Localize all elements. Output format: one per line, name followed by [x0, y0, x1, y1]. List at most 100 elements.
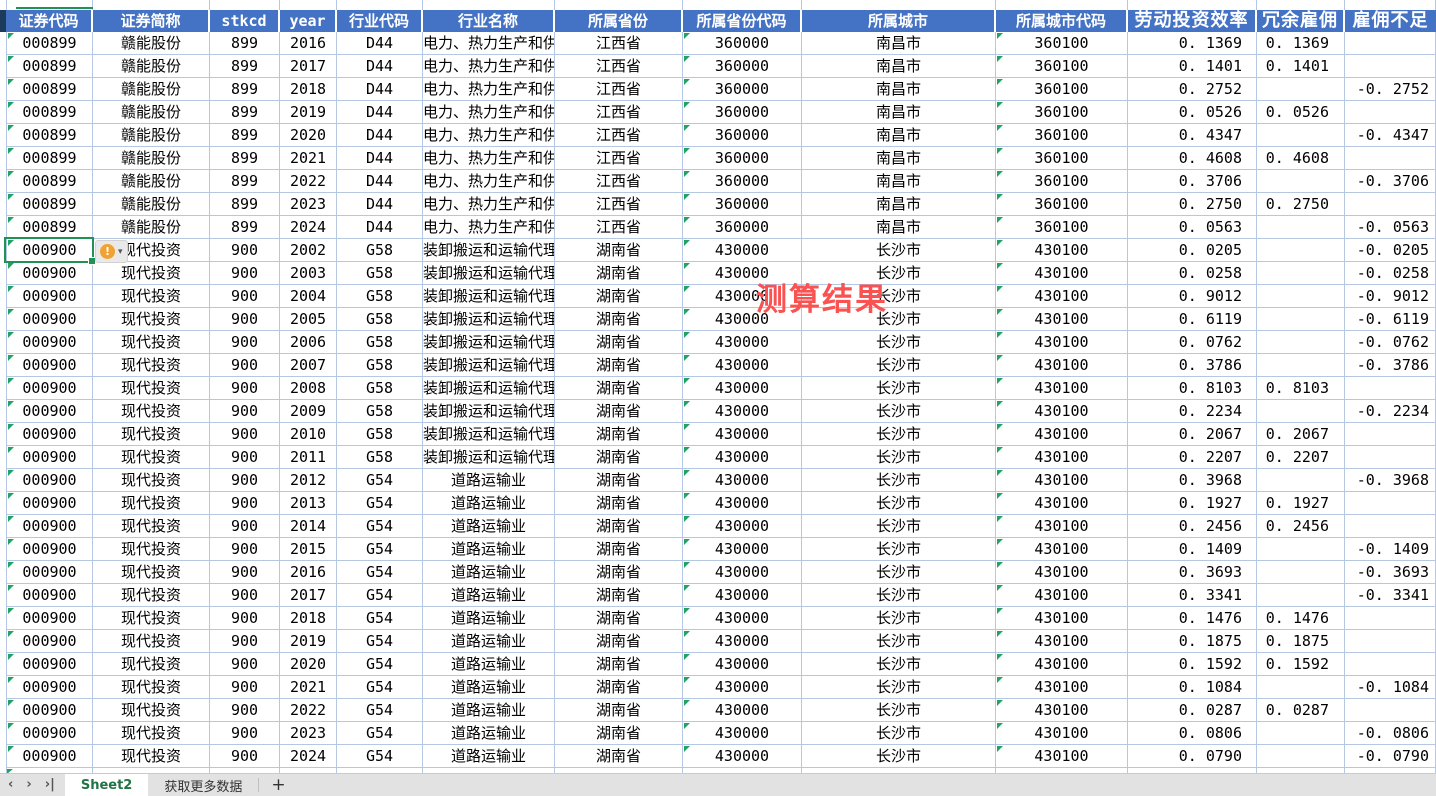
cell-industry_code[interactable]: G54	[337, 630, 423, 653]
cell-province_code[interactable]: 360000	[683, 55, 802, 78]
cell-province_code[interactable]: 360000	[683, 32, 802, 55]
cell-surplus[interactable]	[1257, 745, 1345, 768]
cell-province[interactable]: 江西省	[555, 124, 683, 147]
cell-labor_eff[interactable]: 0. 1369	[1128, 32, 1257, 55]
cell-labor_eff[interactable]: 0. 4347	[1128, 124, 1257, 147]
cell-surplus[interactable]: 0. 2207	[1257, 446, 1345, 469]
cell-code[interactable]: 000900	[6, 308, 93, 331]
cell-labor_eff[interactable]: 0. 2752	[1128, 78, 1257, 101]
cell-stkcd[interactable]: 900	[210, 377, 280, 400]
cell-industry_code[interactable]: D44	[337, 147, 423, 170]
cell-code[interactable]: 000900	[6, 423, 93, 446]
cell-province[interactable]: 江西省	[555, 78, 683, 101]
cell-code[interactable]: 000900	[6, 584, 93, 607]
cell-surplus[interactable]: 0. 0287	[1257, 699, 1345, 722]
tab-get-more-data[interactable]: 获取更多数据	[148, 774, 258, 796]
cell-city[interactable]: 长沙市	[802, 400, 996, 423]
cell-industry_name[interactable]: 道路运输业	[423, 653, 555, 676]
cell-province[interactable]: 湖南省	[555, 630, 683, 653]
cell-province[interactable]: 江西省	[555, 147, 683, 170]
cell-labor_eff[interactable]: 0. 2456	[1128, 515, 1257, 538]
cell-code[interactable]: 000900	[6, 515, 93, 538]
cell-year[interactable]: 2009	[280, 400, 337, 423]
column-header-province[interactable]: 所属省份	[555, 10, 683, 32]
cell-province[interactable]: 湖南省	[555, 515, 683, 538]
cell-year[interactable]: 2015	[280, 538, 337, 561]
cell-stkcd[interactable]: 899	[210, 101, 280, 124]
cell-province_code[interactable]: 430000	[683, 584, 802, 607]
cell-labor_eff[interactable]: 0. 3968	[1128, 469, 1257, 492]
cell-city[interactable]: 长沙市	[802, 423, 996, 446]
cell-industry_code[interactable]: D44	[337, 78, 423, 101]
cell-surplus[interactable]: 0. 2456	[1257, 515, 1345, 538]
cell-province_code[interactable]: 360000	[683, 147, 802, 170]
cell-industry_name[interactable]: 道路运输业	[423, 722, 555, 745]
cell-city_code[interactable]: 430100	[996, 400, 1128, 423]
cell-province_code[interactable]: 430000	[683, 492, 802, 515]
column-header-code[interactable]: 证券代码	[6, 10, 93, 32]
cell-labor_eff[interactable]: 0. 1875	[1128, 630, 1257, 653]
cell-stkcd[interactable]: 900	[210, 400, 280, 423]
cell-province[interactable]: 湖南省	[555, 262, 683, 285]
cell-province_code[interactable]: 430000	[683, 561, 802, 584]
cell-stkcd[interactable]: 900	[210, 354, 280, 377]
cell-industry_name[interactable]: 道路运输业	[423, 607, 555, 630]
cell-province_code[interactable]: 430000	[683, 745, 802, 768]
cell-province[interactable]: 湖南省	[555, 653, 683, 676]
cell-short_name[interactable]: 赣能股份	[93, 55, 210, 78]
cell-code[interactable]: 000900	[6, 377, 93, 400]
cell-labor_eff[interactable]: 0. 3693	[1128, 561, 1257, 584]
add-sheet-button[interactable]: +	[259, 774, 297, 796]
cell-city[interactable]: 长沙市	[802, 538, 996, 561]
cell-short_name[interactable]: 现代投资	[93, 331, 210, 354]
cell-industry_code[interactable]: D44	[337, 32, 423, 55]
cell-year[interactable]: 2021	[280, 147, 337, 170]
cell-industry_code[interactable]: G58	[337, 285, 423, 308]
cell-year[interactable]: 2022	[280, 699, 337, 722]
cell-year[interactable]: 2022	[280, 170, 337, 193]
cell-surplus[interactable]: 0. 1369	[1257, 32, 1345, 55]
cell-stkcd[interactable]: 900	[210, 653, 280, 676]
cell-province[interactable]: 湖南省	[555, 285, 683, 308]
cell-year[interactable]: 2003	[280, 262, 337, 285]
cell-province_code[interactable]: 430000	[683, 653, 802, 676]
cell-surplus[interactable]: 0. 8103	[1257, 377, 1345, 400]
cell-surplus[interactable]	[1257, 239, 1345, 262]
cell-code[interactable]: 000900	[6, 354, 93, 377]
column-header-surplus[interactable]: 冗余雇佣	[1257, 10, 1345, 32]
cell-code[interactable]: 000900	[6, 492, 93, 515]
cell-surplus[interactable]	[1257, 285, 1345, 308]
cell-city[interactable]: 长沙市	[802, 653, 996, 676]
cell-code[interactable]: 000900	[6, 653, 93, 676]
cell-labor_eff[interactable]: 0. 1476	[1128, 607, 1257, 630]
cell-province_code[interactable]: 430000	[683, 239, 802, 262]
cell-labor_eff[interactable]: 0. 9012	[1128, 285, 1257, 308]
cell-province_code[interactable]: 430000	[683, 354, 802, 377]
cell-stkcd[interactable]: 900	[210, 676, 280, 699]
cell-industry_code[interactable]: D44	[337, 170, 423, 193]
cell-city_code[interactable]: 360100	[996, 147, 1128, 170]
cell-short_name[interactable]: 现代投资	[93, 354, 210, 377]
cell-city_code[interactable]: 430100	[996, 745, 1128, 768]
cell-year[interactable]: 2017	[280, 584, 337, 607]
cell-city_code[interactable]: 430100	[996, 239, 1128, 262]
cell-province_code[interactable]: 430000	[683, 331, 802, 354]
cell-province[interactable]: 湖南省	[555, 538, 683, 561]
cell-code[interactable]: 000900	[6, 538, 93, 561]
cell-code[interactable]: 000899	[6, 32, 93, 55]
cell-shortage[interactable]	[1345, 630, 1436, 653]
cell-year[interactable]: 2005	[280, 308, 337, 331]
cell-code[interactable]: 000900	[6, 745, 93, 768]
cell-city_code[interactable]: 430100	[996, 653, 1128, 676]
cell-code[interactable]: 000899	[6, 193, 93, 216]
cell-province_code[interactable]: 430000	[683, 423, 802, 446]
cell-stkcd[interactable]: 899	[210, 55, 280, 78]
cell-industry_code[interactable]: D44	[337, 55, 423, 78]
cell-industry_code[interactable]: G54	[337, 699, 423, 722]
column-header-city[interactable]: 所属城市	[802, 10, 996, 32]
cell-surplus[interactable]	[1257, 676, 1345, 699]
cell-city[interactable]: 长沙市	[802, 699, 996, 722]
cell-industry_name[interactable]: 道路运输业	[423, 676, 555, 699]
cell-year[interactable]: 2020	[280, 653, 337, 676]
cell-shortage[interactable]: -0. 0762	[1345, 331, 1436, 354]
